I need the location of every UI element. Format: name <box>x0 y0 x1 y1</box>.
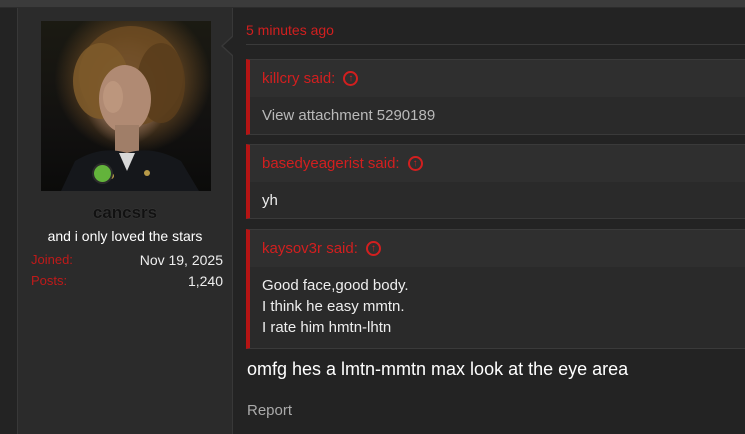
forum-post: cancsrs and i only loved the stars Joine… <box>17 8 745 434</box>
user-panel: cancsrs and i only loved the stars Joine… <box>17 8 233 434</box>
arrow-up-circle-icon[interactable]: ↑ <box>365 241 381 256</box>
stat-joined-value: Nov 19, 2025 <box>139 252 223 268</box>
user-stats: Joined: Nov 19, 2025 Posts: 1,240 <box>31 251 223 293</box>
quote-block: kaysov3r said: ↑ Good face,good body. I … <box>246 229 745 349</box>
quote-author[interactable]: basedyeagerist said: <box>262 155 400 172</box>
post-content: 5 minutes ago killcry said: ↑ View attac… <box>246 8 745 434</box>
post-message: omfg hes a lmtn-mmtn max look at the eye… <box>247 359 629 379</box>
post-timestamp[interactable]: 5 minutes ago <box>246 22 334 38</box>
report-link[interactable]: Report <box>247 402 292 419</box>
avatar-container[interactable] <box>41 21 211 191</box>
post-pointer-arrow-fill <box>223 36 234 56</box>
online-status-icon <box>92 163 113 184</box>
avatar[interactable] <box>41 21 211 191</box>
arrow-up-circle-icon[interactable]: ↑ <box>407 156 423 171</box>
header-divider <box>246 44 745 45</box>
user-title: and i only loved the stars <box>47 228 203 244</box>
quote-author[interactable]: killcry said: <box>262 70 335 87</box>
quote-body: View attachment 5290189 <box>250 97 745 126</box>
quote-body: yh <box>250 182 745 211</box>
stat-joined: Joined: Nov 19, 2025 <box>31 251 223 272</box>
quote-header[interactable]: killcry said: ↑ <box>250 60 745 97</box>
quote-block: basedyeagerist said: ↑ yh <box>246 144 745 219</box>
stat-posts-label: Posts: <box>31 273 68 288</box>
quote-header[interactable]: basedyeagerist said: ↑ <box>250 145 745 182</box>
quote-block: killcry said: ↑ View attachment 5290189 <box>246 59 745 135</box>
arrow-up-circle-icon[interactable]: ↑ <box>343 71 359 86</box>
quote-header[interactable]: kaysov3r said: ↑ <box>250 230 745 267</box>
attachment-link[interactable]: View attachment 5290189 <box>262 105 733 126</box>
quote-line: yh <box>262 192 278 209</box>
quote-author[interactable]: kaysov3r said: <box>262 240 358 257</box>
stat-joined-label: Joined: <box>31 252 73 267</box>
forum-page: cancsrs and i only loved the stars Joine… <box>0 0 745 434</box>
avatar-image <box>61 26 199 191</box>
previous-post-edge <box>0 0 745 8</box>
stat-posts: Posts: 1,240 <box>31 272 223 293</box>
username[interactable]: cancsrs <box>18 203 232 223</box>
quote-line: I think he easy mmtn. <box>262 298 405 315</box>
quote-body: Good face,good body. I think he easy mmt… <box>250 267 745 338</box>
stat-posts-value: 1,240 <box>187 273 223 289</box>
quote-line: Good face,good body. <box>262 277 409 294</box>
quote-line: I rate him hmtn-lhtn <box>262 319 392 336</box>
